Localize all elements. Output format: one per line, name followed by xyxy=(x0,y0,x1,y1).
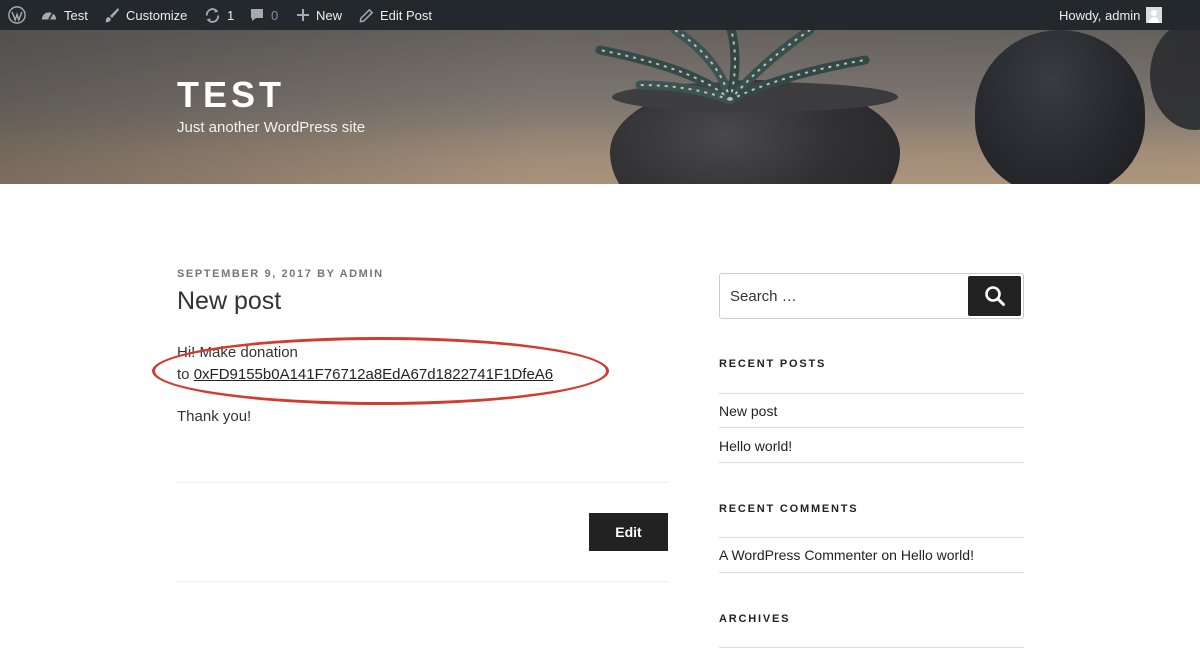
customize-menu[interactable]: Customize xyxy=(104,0,187,30)
comment-author-link[interactable]: A WordPress Commenter xyxy=(719,547,877,563)
divider xyxy=(719,572,1024,573)
post-line-2: to 0xFD9155b0A141F76712a8EdA67d1822741F1… xyxy=(177,364,553,386)
wordpress-logo-icon xyxy=(8,6,26,24)
edit-post-menu[interactable]: Edit Post xyxy=(359,0,432,30)
post-line-1: Hi! Make donation xyxy=(177,344,298,361)
archives-title: ARCHIVES xyxy=(719,613,791,625)
pencil-icon xyxy=(359,8,374,22)
site-title[interactable]: TEST xyxy=(177,74,285,116)
plus-icon xyxy=(297,9,309,21)
greeting-label: Howdy, admin xyxy=(1059,7,1141,23)
updates-count: 1 xyxy=(227,7,235,23)
edit-button[interactable]: Edit xyxy=(589,513,668,551)
recent-posts-title: RECENT POSTS xyxy=(719,358,827,370)
divider xyxy=(719,537,1024,538)
divider xyxy=(719,647,1024,648)
paintbrush-icon xyxy=(105,8,119,23)
comments-menu[interactable]: 0 xyxy=(249,0,278,30)
recent-comments-title: RECENT COMMENTS xyxy=(719,503,859,515)
comments-count: 0 xyxy=(271,7,279,23)
divider xyxy=(719,393,1024,394)
new-label: New xyxy=(316,7,343,23)
site-name-label: Test xyxy=(64,7,88,23)
to-prefix: to xyxy=(177,366,194,383)
site-header: TEST Just another WordPress site xyxy=(0,30,1200,184)
divider xyxy=(177,581,668,582)
recent-comment-item: A WordPress Commenter on Hello world! xyxy=(719,547,974,563)
search-button[interactable] xyxy=(968,276,1021,316)
updates-refresh-icon xyxy=(205,7,220,23)
comment-on-text: on xyxy=(877,547,901,563)
site-description: Just another WordPress site xyxy=(177,119,366,136)
search-input[interactable]: Search … xyxy=(730,274,797,318)
my-account-menu[interactable]: Howdy, admin xyxy=(1059,0,1163,30)
site-name-menu[interactable]: Test xyxy=(40,0,88,30)
customize-label: Customize xyxy=(126,7,188,23)
comment-bubble-icon xyxy=(251,9,263,21)
donation-address-link[interactable]: 0xFD9155b0A141F76712a8EdA67d1822741F1Dfe… xyxy=(194,366,553,383)
post-thanks: Thank you! xyxy=(177,408,252,425)
admin-bar: Test Customize 1 0 New Edit Post Howdy, … xyxy=(0,0,1200,30)
updates-menu[interactable]: 1 xyxy=(204,0,234,30)
recent-post-link[interactable]: Hello world! xyxy=(719,438,792,454)
edit-post-label: Edit Post xyxy=(380,7,433,23)
divider xyxy=(719,462,1024,463)
comment-post-link[interactable]: Hello world! xyxy=(901,547,974,563)
new-content-menu[interactable]: New xyxy=(296,0,342,30)
search-icon xyxy=(984,286,1005,306)
post-title: New post xyxy=(177,287,282,315)
avatar xyxy=(1146,7,1163,23)
post-content: Hi! Make donation to 0xFD9155b0A141F7671… xyxy=(177,342,553,386)
divider xyxy=(719,427,1024,428)
divider xyxy=(177,482,668,483)
recent-post-link[interactable]: New post xyxy=(719,403,777,419)
post-meta[interactable]: SEPTEMBER 9, 2017 BY ADMIN xyxy=(177,268,384,280)
dashboard-gauge-icon xyxy=(41,12,57,20)
wordpress-logo-menu[interactable] xyxy=(8,0,26,30)
